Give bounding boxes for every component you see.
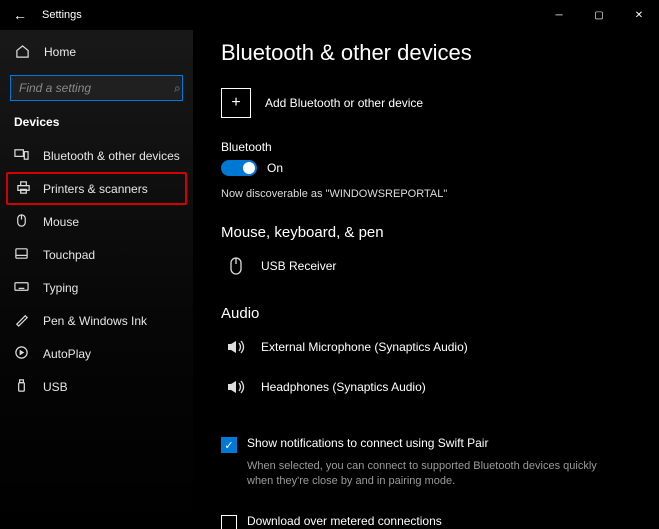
speaker-icon bbox=[225, 336, 247, 358]
titlebar: ← Settings ─ ▢ ✕ bbox=[0, 0, 659, 30]
sidebar-item-label: Mouse bbox=[43, 215, 79, 229]
window-controls: ─ ▢ ✕ bbox=[539, 0, 659, 30]
device-name: Headphones (Synaptics Audio) bbox=[261, 380, 426, 394]
search-box[interactable]: ⌕ bbox=[10, 75, 183, 101]
sidebar-item-touchpad[interactable]: Touchpad bbox=[0, 238, 193, 271]
bluetooth-toggle[interactable] bbox=[221, 160, 257, 176]
sidebar-item-label: AutoPlay bbox=[43, 347, 91, 361]
section-mouse-title: Mouse, keyboard, & pen bbox=[221, 224, 633, 241]
section-audio-title: Audio bbox=[221, 305, 633, 322]
swift-pair-label: Show notifications to connect using Swif… bbox=[247, 436, 488, 450]
sidebar-item-label: Printers & scanners bbox=[43, 182, 148, 196]
touchpad-icon bbox=[14, 246, 29, 264]
sidebar-item-label: Bluetooth & other devices bbox=[43, 149, 180, 163]
plus-icon: + bbox=[221, 88, 251, 118]
maximize-button[interactable]: ▢ bbox=[579, 0, 619, 30]
search-icon: ⌕ bbox=[174, 81, 181, 96]
mouse-icon bbox=[14, 213, 29, 231]
swift-pair-row: ✓ Show notifications to connect using Sw… bbox=[221, 436, 633, 453]
speaker-icon bbox=[225, 376, 247, 398]
home-label: Home bbox=[44, 45, 76, 59]
autoplay-icon bbox=[14, 345, 29, 363]
swift-pair-checkbox[interactable]: ✓ bbox=[221, 437, 237, 453]
add-device-label: Add Bluetooth or other device bbox=[265, 96, 423, 110]
sidebar-item-usb[interactable]: USB bbox=[0, 370, 193, 403]
search-input[interactable] bbox=[19, 81, 174, 95]
metered-label: Download over metered connections bbox=[247, 514, 442, 528]
home-icon bbox=[14, 44, 30, 60]
sidebar-item-printers[interactable]: Printers & scanners bbox=[6, 172, 187, 205]
sidebar-item-mouse[interactable]: Mouse bbox=[0, 205, 193, 238]
device-item[interactable]: Headphones (Synaptics Audio) bbox=[221, 372, 633, 412]
device-item[interactable]: External Microphone (Synaptics Audio) bbox=[221, 332, 633, 372]
metered-row: Download over metered connections bbox=[221, 514, 633, 529]
swift-pair-help: When selected, you can connect to suppor… bbox=[247, 459, 607, 490]
keyboard-icon bbox=[14, 279, 29, 297]
back-button[interactable]: ← bbox=[8, 3, 32, 27]
printer-icon bbox=[16, 180, 31, 198]
sidebar-category-label: Devices bbox=[0, 113, 193, 139]
metered-checkbox[interactable] bbox=[221, 515, 237, 529]
home-nav[interactable]: Home bbox=[0, 36, 193, 67]
sidebar-item-label: Typing bbox=[43, 281, 78, 295]
device-item[interactable]: USB Receiver bbox=[221, 251, 633, 291]
sidebar-item-pen[interactable]: Pen & Windows Ink bbox=[0, 304, 193, 337]
device-name: External Microphone (Synaptics Audio) bbox=[261, 340, 468, 354]
sidebar-item-label: USB bbox=[43, 380, 68, 394]
close-button[interactable]: ✕ bbox=[619, 0, 659, 30]
usb-icon bbox=[14, 378, 29, 396]
devices-icon bbox=[14, 147, 29, 165]
sidebar-item-autoplay[interactable]: AutoPlay bbox=[0, 337, 193, 370]
device-name: USB Receiver bbox=[261, 259, 336, 273]
pen-icon bbox=[14, 312, 29, 330]
titlebar-label: Settings bbox=[42, 9, 82, 21]
bluetooth-toggle-row: On bbox=[221, 160, 633, 176]
bluetooth-state: On bbox=[267, 161, 283, 175]
sidebar-item-label: Pen & Windows Ink bbox=[43, 314, 147, 328]
sidebar-item-typing[interactable]: Typing bbox=[0, 271, 193, 304]
discoverable-text: Now discoverable as "WINDOWSREPORTAL" bbox=[221, 188, 633, 200]
content-panel: Bluetooth & other devices + Add Bluetoot… bbox=[193, 30, 659, 529]
sidebar-item-label: Touchpad bbox=[43, 248, 95, 262]
sidebar: Home ⌕ Devices Bluetooth & other devices… bbox=[0, 30, 193, 529]
sidebar-item-bluetooth[interactable]: Bluetooth & other devices bbox=[0, 139, 193, 172]
page-title: Bluetooth & other devices bbox=[221, 40, 633, 66]
add-device-row[interactable]: + Add Bluetooth or other device bbox=[221, 88, 633, 118]
mouse-device-icon bbox=[225, 255, 247, 277]
bluetooth-label: Bluetooth bbox=[221, 140, 633, 154]
minimize-button[interactable]: ─ bbox=[539, 0, 579, 30]
